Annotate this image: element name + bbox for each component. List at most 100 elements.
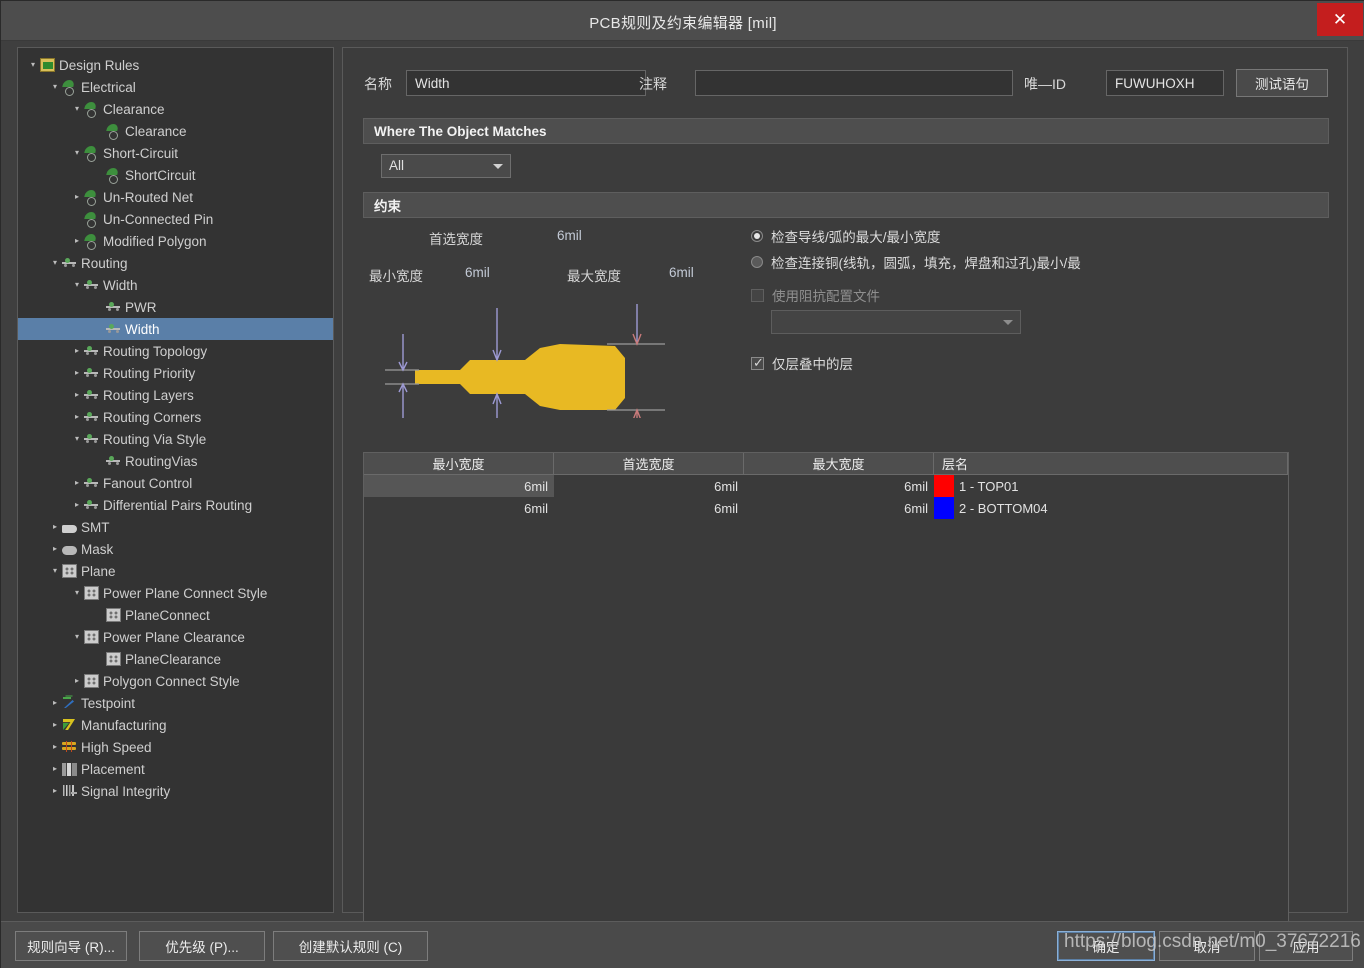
cancel-button[interactable]: 取消 xyxy=(1159,931,1255,961)
expand-arrow-icon[interactable]: ▾ xyxy=(48,252,62,274)
cell-min[interactable]: 6mil xyxy=(364,497,554,519)
tree-item-short-circuit[interactable]: ▾ Short-Circuit xyxy=(18,142,333,164)
tree-item-label: Routing xyxy=(81,255,128,271)
collapse-arrow-icon[interactable]: ▸ xyxy=(70,230,84,252)
object-scope-select[interactable]: All xyxy=(381,154,511,178)
tree-item-routing[interactable]: ▾ Routing xyxy=(18,252,333,274)
expand-arrow-icon[interactable]: ▾ xyxy=(48,76,62,98)
expand-arrow-icon[interactable]: ▾ xyxy=(70,626,84,648)
collapse-arrow-icon[interactable]: ▸ xyxy=(70,406,84,428)
column-header-preferred-width[interactable]: 首选宽度 xyxy=(554,453,744,475)
tree-item-routingvias[interactable]: RoutingVias xyxy=(18,450,333,472)
checkbox-layers-in-stack-icon[interactable] xyxy=(751,355,764,371)
apply-button[interactable]: 应用 xyxy=(1259,931,1353,961)
expand-arrow-icon[interactable]: ▾ xyxy=(70,582,84,604)
tree-item-polygon-connect-style[interactable]: ▸ Polygon Connect Style xyxy=(18,670,333,692)
expand-arrow-icon[interactable]: ▾ xyxy=(70,274,84,296)
tree-item-mask[interactable]: ▸ Mask xyxy=(18,538,333,560)
tree-item-clearance[interactable]: Clearance xyxy=(18,120,333,142)
collapse-arrow-icon[interactable]: ▸ xyxy=(48,736,62,758)
collapse-arrow-icon[interactable]: ▸ xyxy=(48,538,62,560)
design-rules-tree[interactable]: ▾ Design Rules ▾ Electrical ▾ Clearance Cleara… xyxy=(17,47,334,913)
tree-item-placement[interactable]: ▸ Placement xyxy=(18,758,333,780)
tree-item-shortcircuit[interactable]: ShortCircuit xyxy=(18,164,333,186)
collapse-arrow-icon[interactable]: ▸ xyxy=(48,758,62,780)
collapse-arrow-icon[interactable]: ▸ xyxy=(48,516,62,538)
tree-item-routing-corners[interactable]: ▸ Routing Corners xyxy=(18,406,333,428)
column-header-layer-name[interactable]: 层名 xyxy=(934,453,1288,475)
tree-item-manufacturing[interactable]: ▸ Manufacturing xyxy=(18,714,333,736)
create-default-rules-button[interactable]: 创建默认规则 (C) xyxy=(273,931,428,961)
collapse-arrow-icon[interactable]: ▸ xyxy=(70,362,84,384)
tree-item-routing-priority[interactable]: ▸ Routing Priority xyxy=(18,362,333,384)
tree-item-power-plane-connect-style[interactable]: ▾ Power Plane Connect Style xyxy=(18,582,333,604)
tree-item-modified-polygon[interactable]: ▸ Modified Polygon xyxy=(18,230,333,252)
tree-item-routing-via-style[interactable]: ▾ Routing Via Style xyxy=(18,428,333,450)
tree-item-plane[interactable]: ▾ Plane xyxy=(18,560,333,582)
rule-comment-input[interactable] xyxy=(695,70,1013,96)
collapse-arrow-icon[interactable]: ▸ xyxy=(70,494,84,516)
cell-layer-name[interactable]: 1 - TOP01 xyxy=(954,475,1288,497)
ok-button[interactable]: 确定 xyxy=(1057,931,1155,961)
radio-track-arc-icon[interactable] xyxy=(751,230,763,242)
plane-icon xyxy=(84,630,99,644)
tree-item-routing-topology[interactable]: ▸ Routing Topology xyxy=(18,340,333,362)
tree-item-width[interactable]: ▾ Width xyxy=(18,274,333,296)
rule-name-input[interactable] xyxy=(406,70,646,96)
layer-width-table[interactable]: 最小宽度 首选宽度 最大宽度 层名 6mil 6mil 6mil 1 - TOP01 6… xyxy=(363,452,1289,932)
collapse-arrow-icon[interactable]: ▸ xyxy=(48,714,62,736)
expand-arrow-icon[interactable]: ▾ xyxy=(48,560,62,582)
rule-wizard-button[interactable]: 规则向导 (R)... xyxy=(15,931,127,961)
tree-item-signal-integrity[interactable]: ▸ Signal Integrity xyxy=(18,780,333,802)
expand-arrow-icon[interactable]: ▾ xyxy=(26,54,40,76)
impedance-profile-select[interactable] xyxy=(771,310,1021,334)
unique-id-input[interactable] xyxy=(1106,70,1224,96)
tree-item-routing-layers[interactable]: ▸ Routing Layers xyxy=(18,384,333,406)
collapse-arrow-icon[interactable]: ▸ xyxy=(70,384,84,406)
cell-layer-name[interactable]: 2 - BOTTOM04 xyxy=(954,497,1288,519)
collapse-arrow-icon[interactable]: ▸ xyxy=(48,780,62,802)
tree-item-pwr[interactable]: PWR xyxy=(18,296,333,318)
expand-arrow-icon[interactable]: ▾ xyxy=(70,98,84,120)
check-track-arc-option[interactable]: 检查导线/弧的最大/最小宽度 xyxy=(751,226,941,246)
cell-max[interactable]: 6mil xyxy=(744,475,934,497)
tree-item-electrical[interactable]: ▾ Electrical xyxy=(18,76,333,98)
close-icon[interactable]: ✕ xyxy=(1317,3,1363,36)
cell-preferred[interactable]: 6mil xyxy=(554,475,744,497)
collapse-arrow-icon[interactable]: ▸ xyxy=(70,670,84,692)
table-row[interactable]: 6mil 6mil 6mil 1 - TOP01 xyxy=(364,475,1288,497)
tree-item-differential-pairs-routing[interactable]: ▸ Differential Pairs Routing xyxy=(18,494,333,516)
column-header-min-width[interactable]: 最小宽度 xyxy=(364,453,554,475)
expand-arrow-icon[interactable]: ▾ xyxy=(70,142,84,164)
tree-item-high-speed[interactable]: ▸ High Speed xyxy=(18,736,333,758)
cell-max[interactable]: 6mil xyxy=(744,497,934,519)
layers-in-stack-option[interactable]: 仅层叠中的层 xyxy=(751,353,853,373)
use-impedance-profile-option[interactable]: 使用阻抗配置文件 xyxy=(751,285,880,305)
cell-preferred[interactable]: 6mil xyxy=(554,497,744,519)
column-header-max-width[interactable]: 最大宽度 xyxy=(744,453,934,475)
check-connected-copper-option[interactable]: 检查连接铜(线轨，圆弧，填充，焊盘和过孔)最小/最 xyxy=(751,252,1081,272)
expand-arrow-icon[interactable]: ▾ xyxy=(70,428,84,450)
test-query-button[interactable]: 测试语句 xyxy=(1236,69,1328,97)
collapse-arrow-icon[interactable]: ▸ xyxy=(70,472,84,494)
collapse-arrow-icon[interactable]: ▸ xyxy=(48,692,62,714)
tree-item-un-connected-pin[interactable]: Un-Connected Pin xyxy=(18,208,333,230)
tree-item-clearance[interactable]: ▾ Clearance xyxy=(18,98,333,120)
radio-connected-copper-icon[interactable] xyxy=(751,256,763,268)
plane-icon xyxy=(84,586,99,600)
tree-item-fanout-control[interactable]: ▸ Fanout Control xyxy=(18,472,333,494)
priorities-button[interactable]: 优先级 (P)... xyxy=(139,931,265,961)
tree-item-testpoint[interactable]: ▸ Testpoint xyxy=(18,692,333,714)
cell-min[interactable]: 6mil xyxy=(364,475,554,497)
collapse-arrow-icon[interactable]: ▸ xyxy=(70,340,84,362)
tree-item-un-routed-net[interactable]: ▸ Un-Routed Net xyxy=(18,186,333,208)
checkbox-impedance-icon[interactable] xyxy=(751,288,764,302)
tree-item-planeconnect[interactable]: PlaneConnect xyxy=(18,604,333,626)
tree-item-width[interactable]: Width xyxy=(18,318,333,340)
tree-item-design-rules[interactable]: ▾ Design Rules xyxy=(18,54,333,76)
collapse-arrow-icon[interactable]: ▸ xyxy=(70,186,84,208)
table-row[interactable]: 6mil 6mil 6mil 2 - BOTTOM04 xyxy=(364,497,1288,519)
tree-item-power-plane-clearance[interactable]: ▾ Power Plane Clearance xyxy=(18,626,333,648)
tree-item-planeclearance[interactable]: PlaneClearance xyxy=(18,648,333,670)
tree-item-smt[interactable]: ▸ SMT xyxy=(18,516,333,538)
